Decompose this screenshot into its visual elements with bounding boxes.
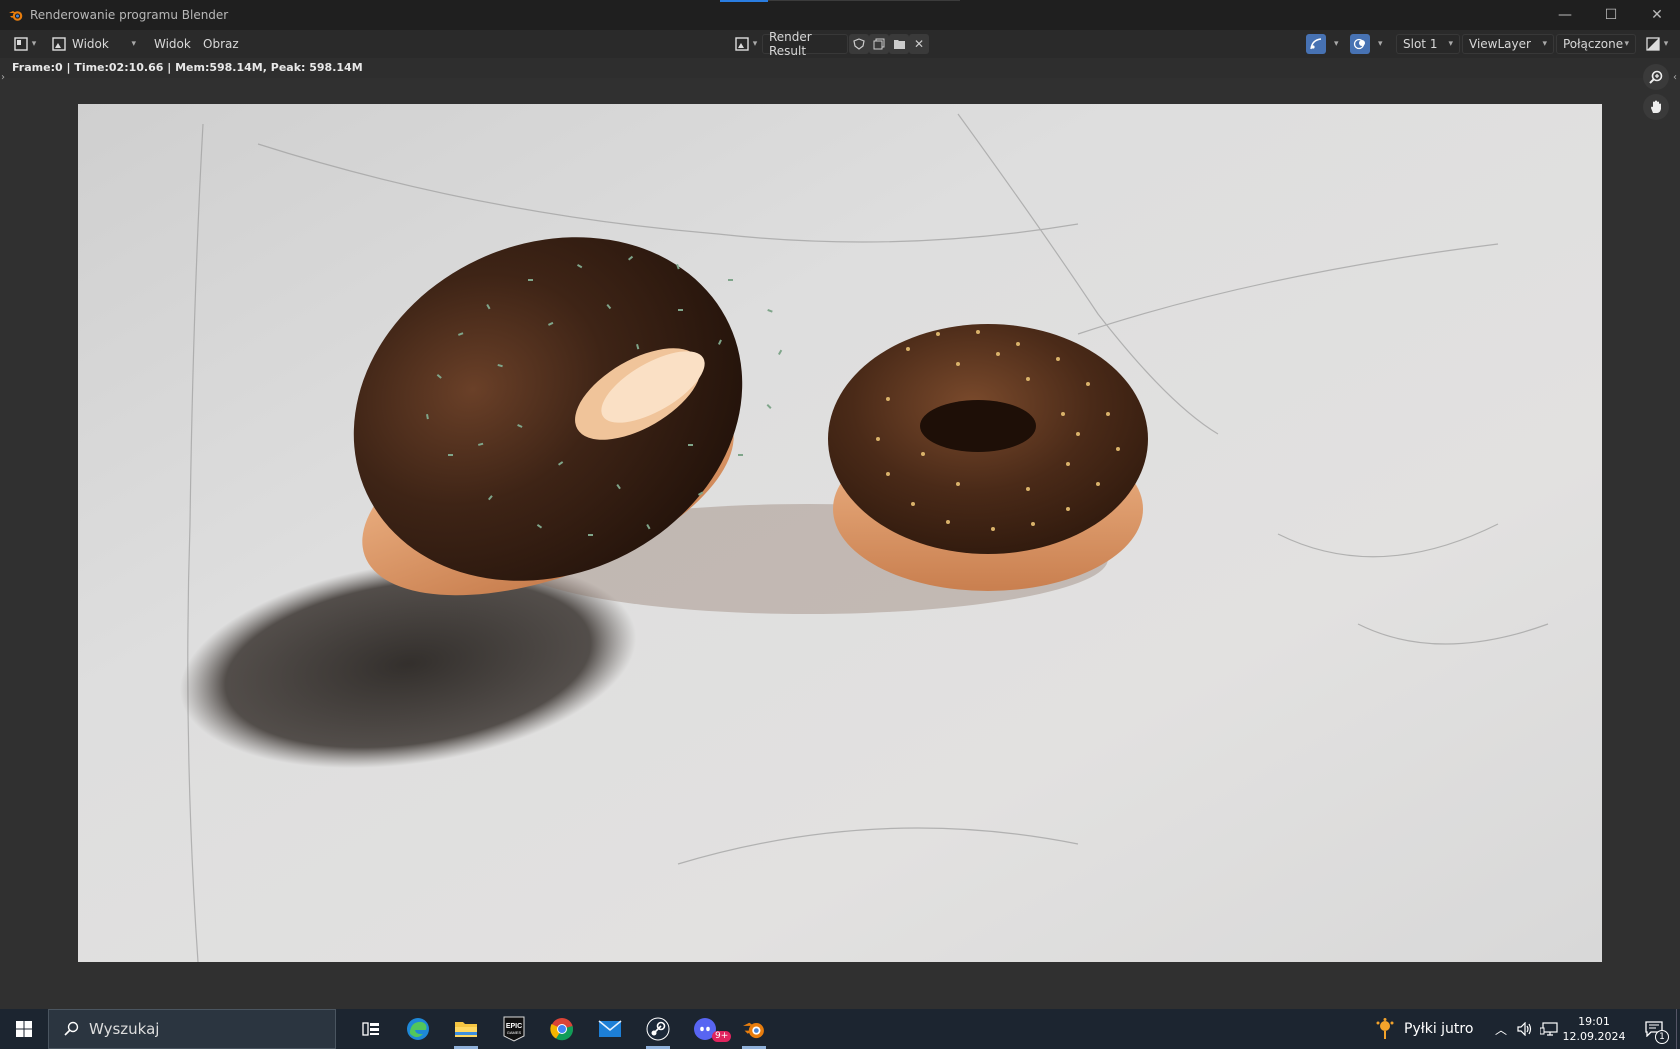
close-icon: ✕ <box>913 37 925 51</box>
chevron-down-icon: ▾ <box>752 39 758 49</box>
weather-text: Pyłki jutro <box>1404 1021 1474 1037</box>
slot-label: Slot 1 <box>1403 37 1438 51</box>
task-view-button[interactable] <box>348 1009 394 1049</box>
open-image-button[interactable] <box>889 34 909 54</box>
windows-taskbar: Wyszukaj EPIC GAMES 9+ Pyłki jutro ︿ 19:… <box>0 1009 1680 1049</box>
file-explorer-icon <box>455 1022 477 1037</box>
render-pass-dropdown[interactable]: Połączone ▾ <box>1556 34 1636 54</box>
fake-user-button[interactable] <box>849 34 869 54</box>
duplicate-image-button[interactable] <box>869 34 889 54</box>
svg-text:EPIC: EPIC <box>506 1023 522 1030</box>
display-channels-icon <box>1646 37 1660 51</box>
image-name-field[interactable]: Render Result <box>762 30 848 58</box>
task-view-icon <box>362 1022 379 1036</box>
chevron-down-icon[interactable]: ▾ <box>1374 34 1383 54</box>
speaker-icon <box>1517 1022 1532 1036</box>
folder-icon <box>893 40 905 49</box>
render-pass-label: Połączone <box>1563 37 1624 51</box>
blender-logo-icon <box>9 11 23 21</box>
chevron-down-icon: ▾ <box>1663 39 1669 49</box>
close-button[interactable]: ✕ <box>1634 0 1680 30</box>
slot-dropdown[interactable]: Slot 1 ▾ <box>1396 34 1460 54</box>
chrome-icon <box>550 1018 574 1041</box>
image-view-icon <box>52 37 66 51</box>
notification-count-badge: 1 <box>1655 1030 1669 1044</box>
browse-image-button[interactable]: ▾ <box>732 34 760 54</box>
duplicate-icon <box>873 38 885 50</box>
hand-pan-icon <box>1651 100 1661 113</box>
taskbar-edge[interactable] <box>394 1009 442 1049</box>
view-layer-label: ViewLayer <box>1469 37 1531 51</box>
chevron-down-icon: ▾ <box>31 39 37 49</box>
chevron-down-icon: ▾ <box>1448 39 1453 49</box>
menu-image[interactable]: Obraz <box>203 34 239 54</box>
clock-time: 19:01 <box>1578 1015 1610 1028</box>
titlebar-accent-line <box>768 0 960 1</box>
taskbar-epic-games[interactable]: EPIC GAMES <box>490 1009 538 1049</box>
steam-icon <box>646 1017 670 1041</box>
taskbar-chrome[interactable] <box>538 1009 586 1049</box>
image-browse-icon <box>735 37 749 51</box>
chevron-down-icon[interactable]: ▾ <box>1330 34 1339 54</box>
edge-icon <box>407 1018 429 1040</box>
window-title: Renderowanie programu Blender <box>30 8 229 22</box>
weather-widget[interactable]: Pyłki jutro <box>1374 1009 1478 1049</box>
donut-render-image <box>78 104 1602 962</box>
minimize-button[interactable]: — <box>1542 0 1588 30</box>
taskbar-mail[interactable] <box>586 1009 634 1049</box>
svg-text:GAMES: GAMES <box>507 1030 522 1035</box>
hidden-icons-chevron-icon[interactable]: ︿ <box>1490 1009 1512 1049</box>
network-icon <box>1540 1022 1558 1036</box>
render-status-line: Frame:0 | Time:02:10.66 | Mem:598.14M, P… <box>0 58 1680 78</box>
image-editor-header: ▾ Widok ▾ Widok Obraz ▾ Render Result ✕ … <box>0 30 1680 58</box>
taskbar-discord[interactable]: 9+ <box>682 1009 732 1049</box>
chevron-down-icon: ▾ <box>1542 39 1547 49</box>
maximize-button[interactable]: ☐ <box>1588 0 1634 30</box>
windows-logo-icon <box>16 1021 32 1037</box>
view-mode-label: Widok <box>72 37 109 51</box>
discord-notification-badge: 9+ <box>712 1031 732 1042</box>
curve-tool-icon <box>1310 38 1322 50</box>
chevron-down-icon: ▾ <box>1624 39 1629 49</box>
clock[interactable]: 19:01 12.09.2024 <box>1562 1009 1626 1049</box>
view-layer-dropdown[interactable]: ViewLayer ▾ <box>1462 34 1554 54</box>
overlay-icon <box>1353 38 1365 50</box>
start-button[interactable] <box>0 1009 48 1049</box>
taskbar-file-explorer[interactable] <box>442 1009 490 1049</box>
show-desktop-button[interactable] <box>1676 1009 1680 1049</box>
window-titlebar: Renderowanie programu Blender — ☐ ✕ <box>0 0 1680 30</box>
zoom-icon <box>1649 70 1663 84</box>
menu-view[interactable]: Widok <box>154 34 191 54</box>
image-viewport[interactable]: › ‹ <box>0 64 1680 1008</box>
pollen-icon <box>1376 1018 1394 1039</box>
epic-games-icon: EPIC GAMES <box>503 1016 525 1042</box>
overlay-toggle-button[interactable] <box>1350 34 1370 54</box>
search-icon <box>64 1021 79 1036</box>
chevron-down-icon: ▾ <box>131 39 136 49</box>
render-result-image <box>78 104 1602 962</box>
toolbar-expand-arrow-icon[interactable]: › <box>1 72 5 83</box>
search-placeholder: Wyszukaj <box>89 1020 160 1038</box>
shield-icon <box>853 38 865 50</box>
editor-type-button[interactable]: ▾ <box>10 34 40 54</box>
volume-button[interactable] <box>1514 1009 1536 1049</box>
uv-sync-button[interactable] <box>1306 34 1326 54</box>
pan-button[interactable] <box>1643 94 1669 120</box>
unlink-image-button[interactable]: ✕ <box>909 34 929 54</box>
image-editor-icon <box>14 37 28 51</box>
taskbar-search-box[interactable]: Wyszukaj <box>48 1009 336 1049</box>
display-channels-button[interactable]: ▾ <box>1642 34 1672 54</box>
titlebar-accent <box>720 0 768 2</box>
zoom-button[interactable] <box>1643 64 1669 90</box>
view-mode-dropdown[interactable]: Widok ▾ <box>46 34 142 54</box>
clock-date: 12.09.2024 <box>1562 1030 1626 1043</box>
taskbar-blender[interactable] <box>730 1009 778 1049</box>
sidebar-expand-arrow-icon[interactable]: ‹ <box>1673 72 1677 83</box>
blender-icon <box>743 1022 764 1039</box>
network-button[interactable] <box>1538 1009 1560 1049</box>
action-center-button[interactable]: 1 <box>1634 1009 1674 1049</box>
taskbar-steam[interactable] <box>634 1009 682 1049</box>
mail-icon <box>598 1020 622 1037</box>
